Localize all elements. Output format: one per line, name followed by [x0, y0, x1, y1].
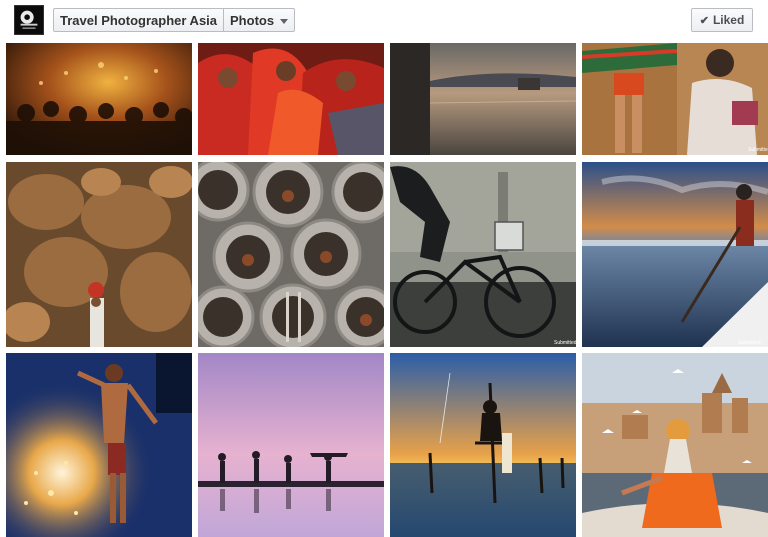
- photo-tile[interactable]: [6, 162, 192, 347]
- photo-salt-workers-silhouettes: [198, 353, 384, 537]
- photo-women-in-red-saris: [198, 43, 384, 155]
- photo-sadhu-boat-varanasi: [582, 353, 768, 537]
- watermark-text: Submitted: [554, 340, 576, 346]
- photo-concrete-pipe-homes: [198, 162, 384, 347]
- photo-fire-walker-sparks: [6, 353, 192, 537]
- photo-tile[interactable]: Submitted: [390, 162, 576, 347]
- photo-tile[interactable]: [198, 162, 384, 347]
- photo-bicycle-rider-wall: Submitted: [390, 162, 576, 347]
- photo-stilt-fisherman-sunset: [390, 353, 576, 537]
- photo-festival-crowd-fire: [6, 43, 192, 155]
- photo-camel-fair-herder: [6, 162, 192, 347]
- photo-boys-ritual-mirror: Submitted: [582, 43, 768, 155]
- photo-tile[interactable]: Submitted: [582, 43, 768, 155]
- photo-tile[interactable]: [390, 353, 576, 537]
- photo-tile[interactable]: Submitted: [582, 162, 768, 347]
- photo-tile[interactable]: [582, 353, 768, 537]
- photo-tile[interactable]: [198, 353, 384, 537]
- photo-grid: Submitted: [0, 0, 768, 537]
- photo-tile[interactable]: [198, 43, 384, 155]
- photo-tile[interactable]: [6, 43, 192, 155]
- photo-tile[interactable]: [390, 43, 576, 155]
- watermark-text: Submitted: [748, 147, 768, 153]
- watermark-text: Submitted: [738, 340, 761, 346]
- photo-lake-palace-dusk: [390, 43, 576, 155]
- photo-tile[interactable]: [6, 353, 192, 537]
- photo-salt-pan-worker: Submitted: [582, 162, 768, 347]
